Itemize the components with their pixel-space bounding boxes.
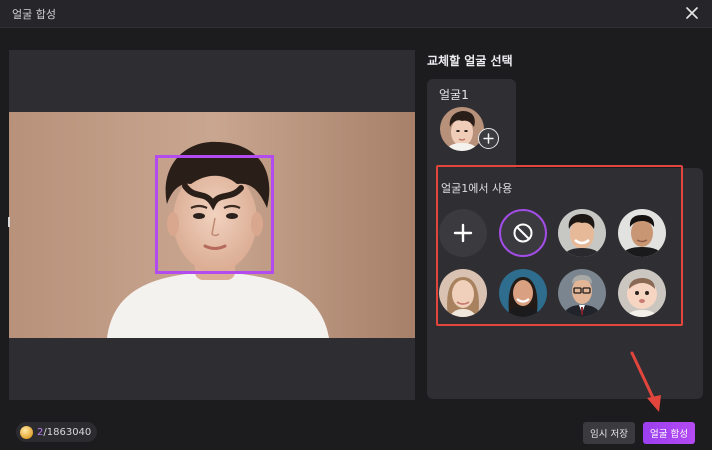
face-options-label: 얼굴1에서 사용 [441,182,513,195]
face-option-man-smiling[interactable] [558,209,606,257]
upload-face-button[interactable] [439,209,487,257]
plus-icon [453,223,473,243]
credits-badge: 2/1863040 [16,422,98,442]
face-thumbnail[interactable] [440,107,484,151]
save-draft-button[interactable]: 임시 저장 [583,422,635,444]
pointer-arrow-icon [630,351,661,412]
face-card-label: 얼굴1 [439,88,469,102]
face-compose-button[interactable]: 얼굴 합성 [643,422,695,444]
face-select-title: 교체할 얼굴 선택 [427,54,513,68]
plus-icon [483,133,494,144]
title-bar: 얼굴 합성 [0,0,712,28]
collapse-handle[interactable] [8,217,10,227]
preview-area [9,50,415,400]
ban-icon [513,223,533,243]
close-button[interactable] [682,3,702,23]
credits-total: /1863040 [43,426,92,438]
face-option-man-glasses[interactable] [558,269,606,317]
face-option-woman-long-hair[interactable] [439,269,487,317]
face-option-woman-smiling[interactable] [499,269,547,317]
add-face-button[interactable] [478,128,499,149]
face-option-baby[interactable] [618,269,666,317]
window-title: 얼굴 합성 [12,8,56,21]
face-card-1[interactable]: 얼굴1 [427,79,516,171]
preview-photo [9,112,415,338]
coin-icon [20,425,33,439]
close-icon [686,7,698,19]
no-swap-button[interactable] [499,209,547,257]
detected-face-box[interactable] [155,155,274,274]
face-option-man-dark-shirt[interactable] [618,209,666,257]
